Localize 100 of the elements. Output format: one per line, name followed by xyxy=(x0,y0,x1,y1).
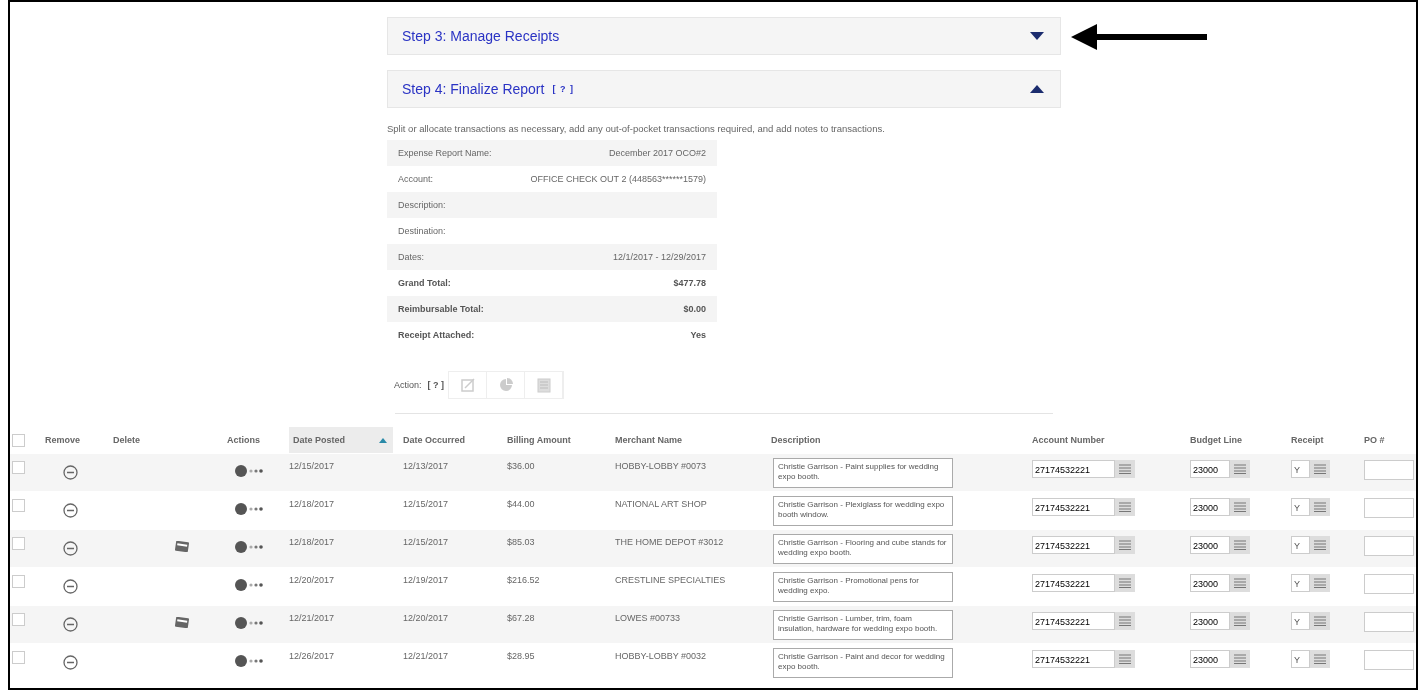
remove-icon[interactable] xyxy=(63,617,78,632)
list-button[interactable] xyxy=(1310,536,1330,554)
account-field[interactable]: 27174532221 xyxy=(1032,460,1115,478)
row-checkbox[interactable] xyxy=(12,461,25,474)
po-field[interactable] xyxy=(1364,460,1414,480)
actions-icon[interactable] xyxy=(235,503,265,515)
account-field[interactable]: 27174532221 xyxy=(1032,498,1115,516)
actions-icon[interactable] xyxy=(235,465,265,477)
list-button[interactable] xyxy=(1115,536,1135,554)
receipt-field[interactable]: Y xyxy=(1291,536,1310,554)
list-button[interactable] xyxy=(1230,650,1250,668)
po-field[interactable] xyxy=(1364,574,1414,594)
list-icon xyxy=(1314,578,1326,588)
column-header[interactable]: Description xyxy=(771,435,821,445)
column-header[interactable]: Remove xyxy=(45,435,80,445)
column-header[interactable]: Account Number xyxy=(1032,435,1105,445)
list-button[interactable] xyxy=(1310,498,1330,516)
receipt-field[interactable]: Y xyxy=(1291,612,1310,630)
column-header[interactable]: Receipt xyxy=(1291,435,1324,445)
list-icon xyxy=(1314,464,1326,474)
column-header[interactable]: PO # xyxy=(1364,435,1385,445)
list-button[interactable] xyxy=(1230,460,1250,478)
list-button[interactable] xyxy=(1230,498,1250,516)
table-cell: HOBBY-LOBBY #0073 xyxy=(615,461,707,471)
column-header[interactable]: Delete xyxy=(113,435,140,445)
list-button[interactable] xyxy=(1310,460,1330,478)
step-title[interactable]: Step 3: Manage Receipts xyxy=(402,28,560,44)
list-button[interactable] xyxy=(1230,612,1250,630)
receipt-field[interactable]: Y xyxy=(1291,460,1310,478)
list-icon xyxy=(1314,540,1326,550)
remove-icon[interactable] xyxy=(63,655,78,670)
column-header[interactable]: Billing Amount xyxy=(507,435,571,445)
budget-line-field[interactable]: 23000 xyxy=(1190,536,1230,554)
table-cell: 12/18/2017 xyxy=(289,537,335,547)
account-field[interactable]: 27174532221 xyxy=(1032,650,1115,668)
list-button[interactable] xyxy=(1115,574,1135,592)
column-header[interactable]: Actions xyxy=(227,435,260,445)
list-button[interactable] xyxy=(1115,498,1135,516)
remove-icon[interactable] xyxy=(63,465,78,480)
table-cell: THE HOME DEPOT #3012 xyxy=(615,537,724,547)
budget-line-field[interactable]: 23000 xyxy=(1190,460,1230,478)
list-button[interactable] xyxy=(1115,460,1135,478)
po-field[interactable] xyxy=(1364,498,1414,518)
list-button[interactable] xyxy=(1310,650,1330,668)
description-field[interactable]: Christie Garrison - Plexiglass for wedding expo booth window. xyxy=(773,496,953,526)
column-header[interactable]: Budget Line xyxy=(1190,435,1242,445)
budget-line-field[interactable]: 23000 xyxy=(1190,612,1230,630)
row-checkbox[interactable] xyxy=(12,613,25,626)
list-button[interactable] xyxy=(1310,612,1330,630)
actions-icon[interactable] xyxy=(235,655,265,667)
remove-icon[interactable] xyxy=(63,579,78,594)
description-field[interactable]: Christie Garrison - Promotional pens for wedding expo. xyxy=(773,572,953,602)
sort-icon[interactable] xyxy=(379,437,387,443)
actions-icon[interactable] xyxy=(235,541,265,553)
po-field[interactable] xyxy=(1364,536,1414,556)
budget-line-field[interactable]: 23000 xyxy=(1190,650,1230,668)
remove-icon[interactable] xyxy=(63,541,78,556)
column-header[interactable]: Date Posted xyxy=(293,435,345,445)
actions-icon[interactable] xyxy=(235,617,265,629)
row-checkbox[interactable] xyxy=(12,651,25,664)
account-field[interactable]: 27174532221 xyxy=(1032,536,1115,554)
list-button[interactable] xyxy=(1310,574,1330,592)
table-cell: 12/15/2017 xyxy=(403,499,449,509)
list-button[interactable] xyxy=(1230,536,1250,554)
row-checkbox[interactable] xyxy=(12,537,25,550)
receipt-field[interactable]: Y xyxy=(1291,574,1310,592)
list-button[interactable] xyxy=(1230,574,1250,592)
chevron-icon[interactable] xyxy=(1030,85,1044,93)
receipt-field[interactable]: Y xyxy=(1291,498,1310,516)
list-icon xyxy=(1119,464,1131,474)
row-checkbox[interactable] xyxy=(12,499,25,512)
actions-icon[interactable] xyxy=(235,579,265,591)
remove-icon[interactable] xyxy=(63,503,78,518)
budget-line-field[interactable]: 23000 xyxy=(1190,574,1230,592)
list-icon xyxy=(1234,540,1246,550)
table-cell: $44.00 xyxy=(507,499,535,509)
list-button[interactable] xyxy=(1115,650,1135,668)
account-field[interactable]: 27174532221 xyxy=(1032,574,1115,592)
step-header[interactable]: Step 4: Finalize Report [ ? ] xyxy=(387,70,1061,108)
chevron-icon[interactable] xyxy=(1030,32,1044,40)
column-header[interactable]: Date Occurred xyxy=(403,435,466,445)
help-link[interactable]: [ ? ] xyxy=(427,380,444,390)
card-icon[interactable] xyxy=(175,541,189,552)
row-checkbox[interactable] xyxy=(12,575,25,588)
help-link[interactable]: [ ? ] xyxy=(552,84,574,94)
budget-line-field[interactable]: 23000 xyxy=(1190,498,1230,516)
description-field[interactable]: Christie Garrison - Flooring and cube stands for wedding expo booth. xyxy=(773,534,953,564)
po-field[interactable] xyxy=(1364,650,1414,670)
step-title[interactable]: Step 4: Finalize Report xyxy=(402,81,545,97)
select-all-checkbox[interactable] xyxy=(12,433,25,447)
description-field[interactable]: Christie Garrison - Paint supplies for wedding expo booth. xyxy=(773,458,953,488)
list-icon xyxy=(1119,502,1131,512)
po-field[interactable] xyxy=(1364,612,1414,632)
list-button[interactable] xyxy=(1115,612,1135,630)
column-header[interactable]: Merchant Name xyxy=(615,435,683,445)
account-field[interactable]: 27174532221 xyxy=(1032,612,1115,630)
receipt-field[interactable]: Y xyxy=(1291,650,1310,668)
card-icon[interactable] xyxy=(175,617,189,628)
description-field[interactable]: Christie Garrison - Lumber, trim, foam insulation, hardware for wedding expo booth. xyxy=(773,610,953,640)
description-field[interactable]: Christie Garrison - Paint and decor for wedding expo booth. xyxy=(773,648,953,678)
